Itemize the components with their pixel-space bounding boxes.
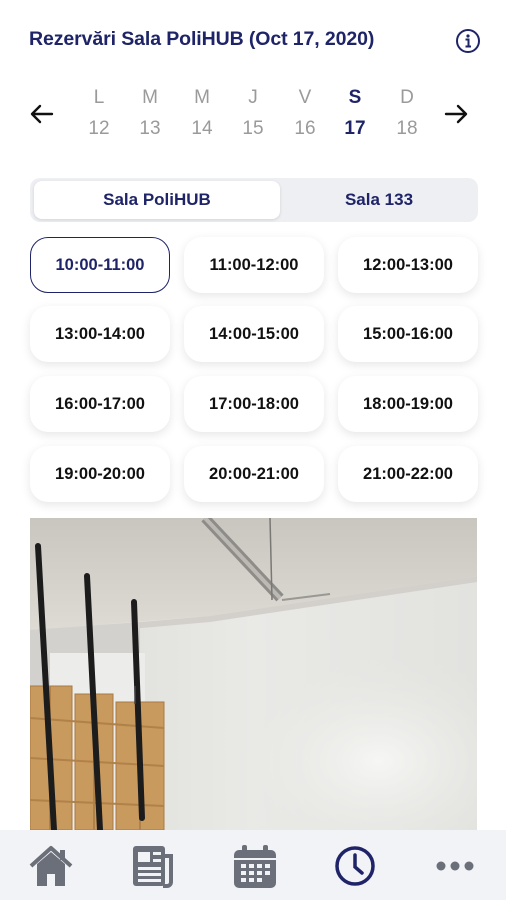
time-slot[interactable]: 18:00-19:00 [338, 376, 478, 432]
day-number: 14 [191, 118, 213, 139]
day-number: 13 [139, 118, 161, 139]
time-slot[interactable]: 14:00-15:00 [184, 306, 324, 362]
day-18[interactable]: D 18 [387, 84, 427, 146]
time-slot[interactable]: 11:00-12:00 [184, 237, 324, 293]
room-photo [30, 518, 477, 830]
day-number: 12 [88, 118, 110, 139]
day-letter: M [194, 87, 210, 108]
room-option-polihub[interactable]: Sala PoliHUB [34, 181, 280, 219]
day-number: 17 [344, 118, 366, 139]
day-15[interactable]: J 15 [233, 84, 273, 146]
arrow-right-icon[interactable] [442, 100, 470, 128]
page-title: Rezervări Sala PoliHUB (Oct 17, 2020) [29, 28, 375, 50]
time-slot[interactable]: 20:00-21:00 [184, 446, 324, 502]
time-slot[interactable]: 15:00-16:00 [338, 306, 478, 362]
bottom-tab-bar [0, 830, 506, 900]
day-letter: D [400, 87, 414, 108]
time-slot[interactable]: 21:00-22:00 [338, 446, 478, 502]
info-icon[interactable] [455, 28, 481, 54]
more-icon[interactable] [431, 842, 479, 890]
day-letter: S [348, 87, 362, 108]
arrow-left-icon[interactable] [28, 100, 56, 128]
day-letter: L [93, 87, 105, 108]
time-slot[interactable]: 17:00-18:00 [184, 376, 324, 432]
day-12[interactable]: L 12 [79, 84, 119, 146]
day-16[interactable]: V 16 [285, 84, 325, 146]
news-icon[interactable] [129, 842, 177, 890]
day-14[interactable]: M 14 [182, 84, 222, 146]
header: Rezervări Sala PoliHUB (Oct 17, 2020) [29, 28, 481, 54]
clock-icon[interactable] [331, 842, 379, 890]
room-option-133[interactable]: Sala 133 [284, 181, 474, 219]
day-13[interactable]: M 13 [130, 84, 170, 146]
day-17-selected[interactable]: S 17 [335, 84, 375, 146]
calendar-icon[interactable] [231, 842, 279, 890]
day-number: 15 [242, 118, 264, 139]
time-slot[interactable]: 19:00-20:00 [30, 446, 170, 502]
day-letter: M [142, 87, 158, 108]
day-number: 16 [294, 118, 316, 139]
room-selector: Sala PoliHUB Sala 133 [30, 178, 478, 222]
time-slot-selected[interactable]: 10:00-11:00 [30, 237, 170, 293]
time-slot[interactable]: 13:00-14:00 [30, 306, 170, 362]
home-icon[interactable] [27, 842, 75, 890]
time-slot[interactable]: 12:00-13:00 [338, 237, 478, 293]
day-letter: J [248, 87, 258, 108]
day-number: 18 [396, 118, 418, 139]
week-selector: L 12 M 13 M 14 J 15 V 16 S 17 D 18 [20, 84, 480, 146]
time-slot[interactable]: 16:00-17:00 [30, 376, 170, 432]
day-letter: V [298, 87, 312, 108]
